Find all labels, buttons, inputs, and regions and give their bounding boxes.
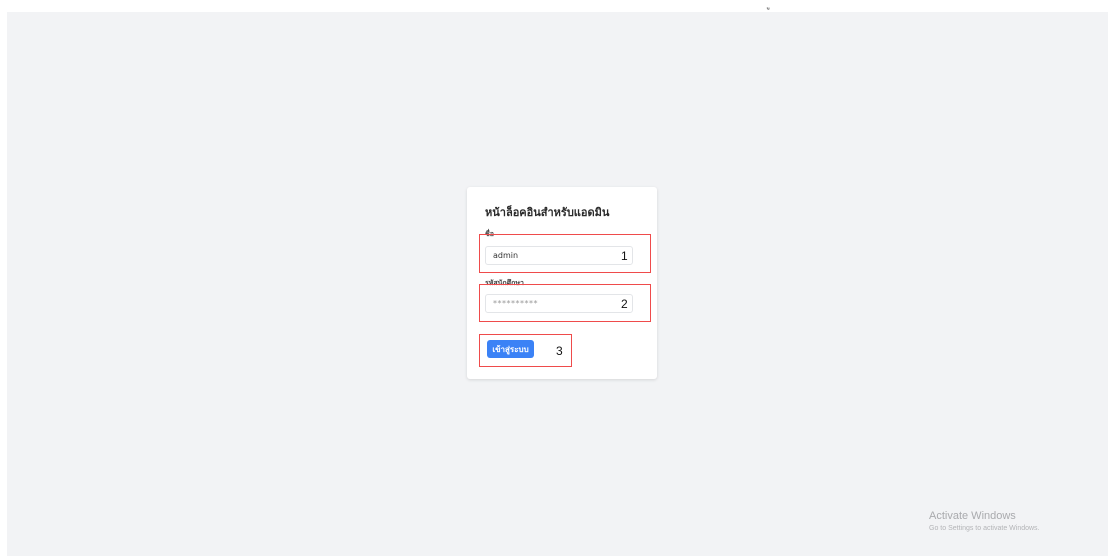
activate-windows-title: Activate Windows: [929, 510, 1016, 522]
annotation-number-3: 3: [556, 344, 563, 358]
login-title: หน้าล็อคอินสำหรับแอดมิน: [485, 206, 610, 219]
activate-windows-subtitle: Go to Settings to activate Windows.: [929, 525, 1040, 532]
annotation-number-1: 1: [621, 249, 628, 263]
annotation-number-2: 2: [621, 297, 628, 311]
